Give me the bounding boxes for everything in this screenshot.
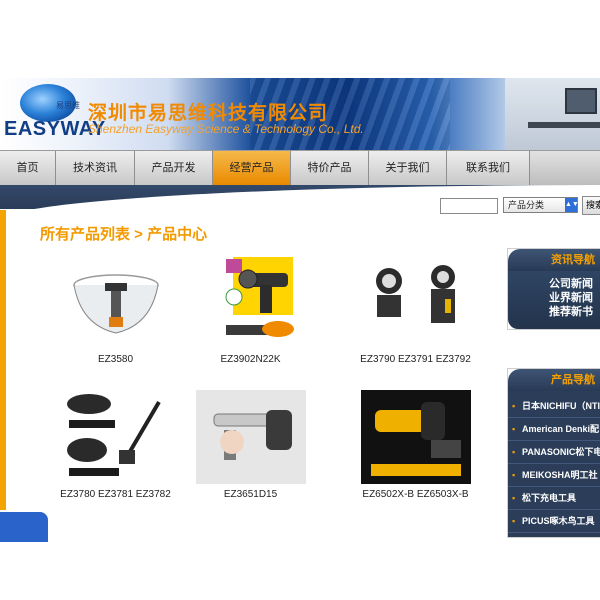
main-nav: 首页 技术资讯 产品开发 经营产品 特价产品 关于我们 联系我们 — [0, 150, 600, 186]
left-accent-bar — [0, 210, 6, 510]
sidebar-item-brand[interactable]: 日本NICHIFU（NTI — [508, 395, 600, 418]
sidebar-item-recommended-books[interactable]: 推荐新书 — [508, 305, 600, 319]
product-image-caulking-gun[interactable] — [195, 390, 306, 484]
nav-about-us[interactable]: 关于我们 — [369, 151, 447, 185]
sidebar-product-box: 产品导航 日本NICHIFU（NTI American Denki配 PANAS… — [507, 368, 600, 538]
product-name[interactable]: EZ3790 EZ3791 EZ3792 — [348, 354, 483, 365]
category-select-value: 产品分类 — [508, 200, 545, 210]
nav-tech-info[interactable]: 技术资讯 — [56, 151, 135, 185]
sidebar-item-company-news[interactable]: 公司新闻 — [508, 277, 600, 291]
product-name[interactable]: EZ3780 EZ3781 EZ3782 — [48, 489, 183, 500]
company-name-cn: 深圳市易思维科技有限公司 — [88, 103, 329, 124]
product-image-work-lights[interactable] — [360, 255, 471, 349]
product-name[interactable]: EZ3902N22K — [183, 354, 318, 365]
product-image-crimp-tool[interactable] — [195, 255, 306, 349]
search-input[interactable] — [440, 198, 498, 214]
sidebar-item-brand[interactable]: 松下充电工具 — [508, 487, 600, 510]
nav-contact-us[interactable]: 联系我们 — [447, 151, 530, 185]
company-name-en: Shenzhen Easyway Science & Technology Co… — [88, 122, 364, 136]
product-card[interactable]: EZ6502X-B EZ6503X-B — [348, 390, 483, 500]
sidebar-news-box: 资讯导航 公司新闻 业界新闻 推荐新书 — [507, 248, 600, 330]
product-image-drill-bowl[interactable] — [60, 255, 171, 349]
select-arrow-icon: ▲▼ — [565, 198, 579, 212]
nav-products-active[interactable]: 经营产品 — [213, 151, 291, 185]
product-image-blower-vacuum[interactable] — [60, 390, 171, 484]
product-card[interactable]: EZ3580 — [48, 255, 183, 365]
category-select[interactable]: 产品分类 ▲▼ — [503, 197, 579, 213]
product-card[interactable]: EZ3780 EZ3781 EZ3782 — [48, 390, 183, 500]
product-name[interactable]: EZ6502X-B EZ6503X-B — [348, 489, 483, 500]
sidebar-item-brand[interactable]: MEIKOSHA明工社 — [508, 464, 600, 487]
nav-special-offers[interactable]: 特价产品 — [291, 151, 369, 185]
logo-subtitle: 易思维 — [56, 101, 80, 110]
product-image-angle-drill[interactable] — [360, 390, 471, 484]
search-button[interactable]: 搜索 — [582, 196, 600, 215]
desk-illustration — [528, 122, 600, 128]
sidebar-item-industry-news[interactable]: 业界新闻 — [508, 291, 600, 305]
sidebar-item-brand[interactable]: PANASONIC松下电 — [508, 441, 600, 464]
product-name[interactable]: EZ3580 — [48, 354, 183, 365]
product-card[interactable]: EZ3790 EZ3791 EZ3792 — [348, 255, 483, 365]
nav-home[interactable]: 首页 — [0, 151, 56, 185]
computer-monitor-icon — [565, 88, 597, 114]
product-name[interactable]: EZ3651D15 — [183, 489, 318, 500]
sidebar-product-title: 产品导航 — [508, 369, 600, 391]
product-card[interactable]: EZ3651D15 — [183, 390, 318, 500]
top-whitespace — [0, 0, 600, 78]
sidebar-item-brand[interactable]: PICUS啄木鸟工具 — [508, 510, 600, 533]
floating-tab[interactable] — [0, 512, 48, 542]
page-title: 所有产品列表 > 产品中心 — [40, 226, 208, 243]
sidebar-item-brand[interactable]: American Denki配 — [508, 418, 600, 441]
nav-product-dev[interactable]: 产品开发 — [135, 151, 213, 185]
sidebar-news-title: 资讯导航 — [508, 249, 600, 271]
product-card[interactable]: EZ3902N22K — [183, 255, 318, 365]
